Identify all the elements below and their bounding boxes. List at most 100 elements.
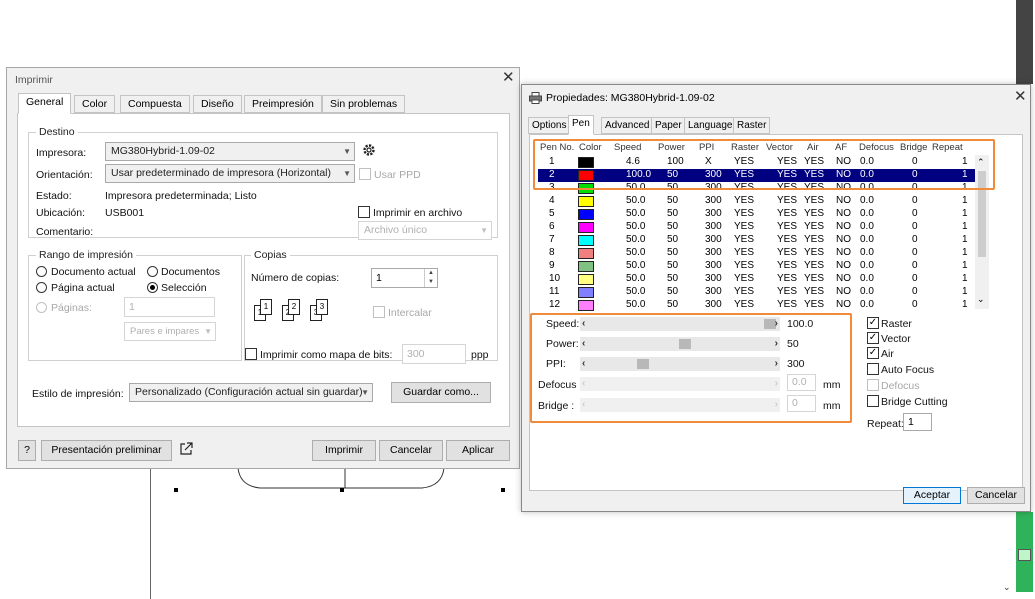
raster-checkbox[interactable]: ✓ — [867, 317, 879, 329]
ppi-thumb[interactable] — [636, 359, 649, 369]
vector-checkbox[interactable]: ✓ — [867, 332, 879, 344]
defocus-input[interactable]: 0.0 — [787, 374, 816, 391]
gear-icon[interactable] — [362, 143, 376, 157]
documento-actual-label[interactable]: Documento actual — [51, 266, 136, 278]
arrow-left-icon[interactable]: ‹ — [582, 317, 585, 330]
color-palette-strip[interactable] — [1016, 0, 1033, 84]
guardar-como-button[interactable]: Guardar como... — [391, 382, 491, 403]
arrow-right-icon[interactable]: › — [775, 398, 778, 411]
pares-impares-select[interactable]: Pares e impares ▼ — [124, 322, 216, 341]
copias-spinner[interactable]: ▲ ▼ — [424, 269, 437, 287]
tab-compuesta[interactable]: Compuesta — [120, 95, 190, 113]
power-slider[interactable]: ‹ › — [580, 337, 780, 351]
tab-general[interactable]: General — [18, 93, 72, 114]
paginas-radio[interactable] — [36, 302, 47, 313]
arrow-left-icon[interactable]: ‹ — [582, 357, 585, 370]
destino-label: Destino — [36, 126, 78, 138]
tab-pen[interactable]: Pen — [568, 115, 594, 135]
usar-ppd-checkbox[interactable] — [359, 168, 371, 180]
tab-advanced[interactable]: Advanced — [601, 117, 654, 134]
speed-slider[interactable]: ‹ › — [580, 317, 780, 331]
defocus-checkbox[interactable] — [867, 379, 879, 391]
pen-row[interactable]: 4 50.0 50 300 YES YES YES NO 0.0 0 1 — [538, 195, 983, 208]
scroll-down-icon[interactable]: ⌄ — [1003, 582, 1011, 593]
pen-row[interactable]: 5 50.0 50 300 YES YES YES NO 0.0 0 1 — [538, 208, 983, 221]
estilo-select[interactable]: Personalizado (Configuración actual sin … — [129, 383, 373, 402]
seleccion-radio[interactable] — [147, 282, 158, 293]
pen-row[interactable]: 11 50.0 50 300 YES YES YES NO 0.0 0 1 — [538, 286, 983, 299]
pen-row[interactable]: 12 50.0 50 300 YES YES YES NO 0.0 0 1 — [538, 299, 983, 312]
pen-row[interactable]: 6 50.0 50 300 YES YES YES NO 0.0 0 1 — [538, 221, 983, 234]
intercalar-checkbox[interactable] — [373, 306, 385, 318]
external-link-icon[interactable] — [179, 442, 193, 456]
arrow-right-icon[interactable]: › — [775, 377, 778, 390]
pen-row[interactable]: 10 50.0 50 300 YES YES YES NO 0.0 0 1 — [538, 273, 983, 286]
bridge-slider[interactable]: ‹ › — [580, 398, 780, 412]
auto-focus-checkbox[interactable] — [867, 363, 879, 375]
close-icon[interactable]: ✕ — [502, 70, 515, 85]
cell-ppi: 300 — [705, 195, 722, 206]
orientacion-select[interactable]: Usar predeterminado de impresora (Horizo… — [105, 164, 355, 183]
pen-color-swatch — [578, 235, 594, 246]
aceptar-button[interactable]: Aceptar — [903, 487, 961, 504]
defocus-slider[interactable]: ‹ › — [580, 377, 780, 391]
seleccion-label[interactable]: Selección — [161, 282, 207, 294]
air-label[interactable]: Air — [881, 348, 894, 360]
tab-language[interactable]: Language — [684, 117, 737, 134]
power-thumb[interactable] — [679, 339, 691, 349]
close-icon[interactable]: ✕ — [1014, 89, 1027, 104]
archivo-unico-select[interactable]: Archivo único ▼ — [358, 221, 492, 240]
impresora-select[interactable]: MG380Hybrid-1.09-02 ▼ — [105, 142, 355, 161]
cell-bridge: 0 — [912, 260, 918, 271]
arrow-right-icon[interactable]: › — [775, 337, 778, 350]
cell-pen: 9 — [549, 260, 555, 271]
cell-power: 50 — [667, 247, 679, 258]
imprimir-archivo-checkbox[interactable] — [358, 206, 370, 218]
tab-color[interactable]: Color — [74, 95, 116, 113]
paginas-input[interactable]: 1 — [124, 297, 215, 317]
aplicar-button[interactable]: Aplicar — [446, 440, 510, 461]
cell-ppi: 300 — [705, 286, 722, 297]
imprimir-archivo-label[interactable]: Imprimir en archivo — [373, 207, 462, 219]
vector-label[interactable]: Vector — [881, 333, 911, 345]
palette-swatch[interactable] — [1018, 549, 1031, 561]
arrow-right-icon[interactable]: › — [775, 317, 778, 330]
bridge-input[interactable]: 0 — [787, 395, 816, 412]
pagina-actual-label[interactable]: Página actual — [51, 282, 115, 294]
raster-label[interactable]: Raster — [881, 318, 912, 330]
arrow-right-icon[interactable]: › — [775, 357, 778, 370]
tab-options[interactable]: Options — [528, 117, 571, 134]
bridge-cutting-checkbox[interactable] — [867, 395, 879, 407]
documentos-label[interactable]: Documentos — [161, 266, 220, 278]
pen-row[interactable]: 7 50.0 50 300 YES YES YES NO 0.0 0 1 — [538, 234, 983, 247]
documentos-radio[interactable] — [147, 266, 158, 277]
pagina-actual-radio[interactable] — [36, 282, 47, 293]
tab-raster[interactable]: Raster — [733, 117, 771, 134]
pen-row[interactable]: 9 50.0 50 300 YES YES YES NO 0.0 0 1 — [538, 260, 983, 273]
arrow-left-icon[interactable]: ‹ — [582, 337, 585, 350]
cell-air: YES — [804, 299, 825, 310]
bridge-cutting-label[interactable]: Bridge Cutting — [881, 396, 948, 408]
auto-focus-label[interactable]: Auto Focus — [881, 364, 934, 376]
ppi-slider[interactable]: ‹ › — [580, 357, 780, 371]
help-button[interactable]: ? — [18, 440, 36, 461]
tab-preimpresion[interactable]: Preimpresión — [244, 95, 322, 113]
mapa-bits-label[interactable]: Imprimir como mapa de bits: — [260, 349, 392, 361]
cancelar-props-button[interactable]: Cancelar — [967, 487, 1025, 504]
arrow-left-icon[interactable]: ‹ — [582, 377, 585, 390]
mapa-bits-checkbox[interactable] — [245, 348, 257, 360]
presentacion-preliminar-button[interactable]: Presentación preliminar — [41, 440, 172, 461]
imprimir-button[interactable]: Imprimir — [312, 440, 376, 461]
tab-sin-problemas[interactable]: Sin problemas — [322, 95, 406, 113]
scroll-down-icon[interactable]: ⌄ — [977, 294, 985, 305]
documento-actual-radio[interactable] — [36, 266, 47, 277]
repeat-input[interactable]: 1 — [903, 413, 932, 431]
pen-row[interactable]: 8 50.0 50 300 YES YES YES NO 0.0 0 1 — [538, 247, 983, 260]
tab-paper[interactable]: Paper — [651, 117, 686, 134]
cancelar-button[interactable]: Cancelar — [379, 440, 443, 461]
arrow-left-icon[interactable]: ‹ — [582, 398, 585, 411]
mapa-bits-input[interactable]: 300 — [402, 344, 466, 364]
tab-diseno[interactable]: Diseño — [193, 95, 242, 113]
cell-ppi: 300 — [705, 260, 722, 271]
air-checkbox[interactable]: ✓ — [867, 347, 879, 359]
